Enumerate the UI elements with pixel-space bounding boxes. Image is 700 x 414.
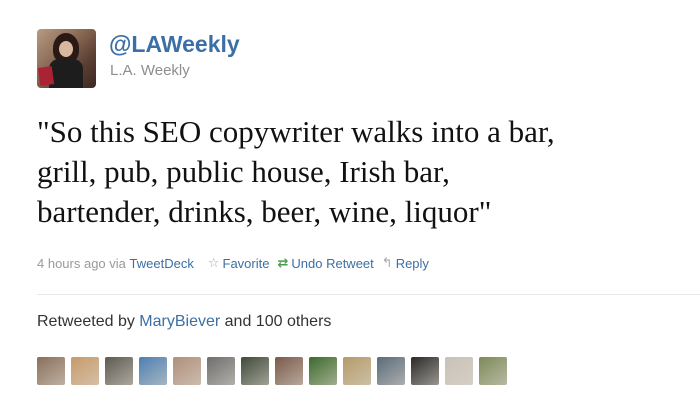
retweeter-avatar[interactable] (275, 357, 303, 385)
retweeter-avatar[interactable] (173, 357, 201, 385)
retweeter-avatar[interactable] (71, 357, 99, 385)
timestamp-link[interactable]: 4 hours ago (37, 256, 106, 271)
full-name: L.A. Weekly (110, 62, 190, 79)
retweet-icon: ⇄ (277, 255, 289, 270)
user-avatar[interactable] (37, 29, 96, 88)
reply-button[interactable]: Reply (396, 256, 429, 271)
avatar-face (59, 41, 73, 57)
tweet-text: "So this SEO copywriter walks into a bar… (37, 114, 555, 229)
retweeter-avatar[interactable] (377, 357, 405, 385)
retweeter-avatar[interactable] (241, 357, 269, 385)
retweeter-avatar[interactable] (105, 357, 133, 385)
avatar-sign (37, 66, 55, 86)
retweeter-avatar[interactable] (445, 357, 473, 385)
via-label: via (109, 255, 126, 271)
retweeter-avatar[interactable] (309, 357, 337, 385)
retweeter-avatar[interactable] (37, 357, 65, 385)
source-link[interactable]: TweetDeck (130, 256, 194, 271)
retweeted-by: Retweeted by MaryBiever and 100 others (37, 313, 331, 331)
tweet-meta: 4 hours ago via TweetDeck ☆ Favorite ⇄ Und… (37, 255, 429, 271)
retweeter-avatar[interactable] (343, 357, 371, 385)
favorite-button[interactable]: Favorite (223, 256, 270, 271)
retweeter-avatar[interactable] (411, 357, 439, 385)
retweeter-link[interactable]: MaryBiever (139, 313, 220, 330)
star-icon: ☆ (207, 255, 220, 270)
retweeter-avatar[interactable] (139, 357, 167, 385)
retweeted-prefix: Retweeted by (37, 313, 135, 330)
retweeted-suffix[interactable]: and 100 others (225, 313, 332, 330)
screen-name-link[interactable]: @LAWeekly (109, 31, 240, 58)
reply-icon: ↰ (381, 255, 393, 270)
divider (37, 294, 700, 295)
tweet: @LAWeekly L.A. Weekly "So this SEO copyw… (0, 0, 700, 414)
undo-retweet-button[interactable]: Undo Retweet (291, 256, 373, 271)
retweeter-avatar[interactable] (479, 357, 507, 385)
retweeter-avatar[interactable] (207, 357, 235, 385)
